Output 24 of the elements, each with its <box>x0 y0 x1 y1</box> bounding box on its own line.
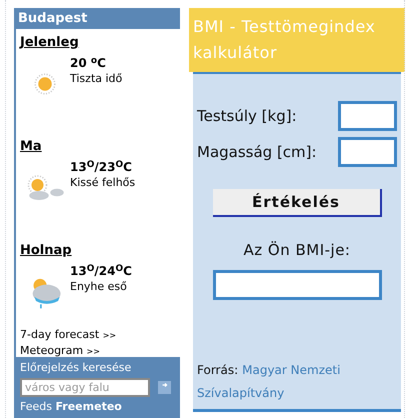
temperature: 13$^{O}$/23$^{O}$C <box>70 159 132 175</box>
city-header: Budapest <box>14 8 180 29</box>
weather-description: Tiszta idő <box>70 71 122 87</box>
source-label: Forrás: <box>197 362 238 379</box>
sun-cloud-icon <box>25 173 65 203</box>
result-label: Az Ön BMI-je: <box>243 240 350 261</box>
temperature: 13$^{O}$/24$^{O}$C <box>70 263 132 279</box>
search-field[interactable]: város vagy falu <box>20 378 150 397</box>
feeds-text: Feeds Freemeteo <box>20 401 122 413</box>
input-field[interactable] <box>338 101 397 131</box>
weather-description: Enyhe eső <box>70 279 127 295</box>
temperature: 20 $^{o}$C <box>70 55 106 71</box>
day-label: Holnap <box>20 243 72 259</box>
day-label: Ma <box>20 139 42 155</box>
field-label: Testsúly [kg]: <box>197 106 297 127</box>
calculator-title: BMI - Testtömegindex kalkulátor <box>189 8 405 72</box>
field-label: Magasság [cm]: <box>197 142 317 163</box>
forecast-link[interactable]: 7-day forecast >> <box>20 327 116 343</box>
forecast-link[interactable]: Meteogram >> <box>20 343 100 359</box>
weather-description: Kissé felhős <box>70 175 136 191</box>
day-label: Jelenleg <box>20 35 79 51</box>
search-title: Előrejelzés keresése <box>20 361 132 375</box>
input-field[interactable] <box>338 137 397 167</box>
evaluate-button[interactable]: Értékelés <box>212 189 382 217</box>
